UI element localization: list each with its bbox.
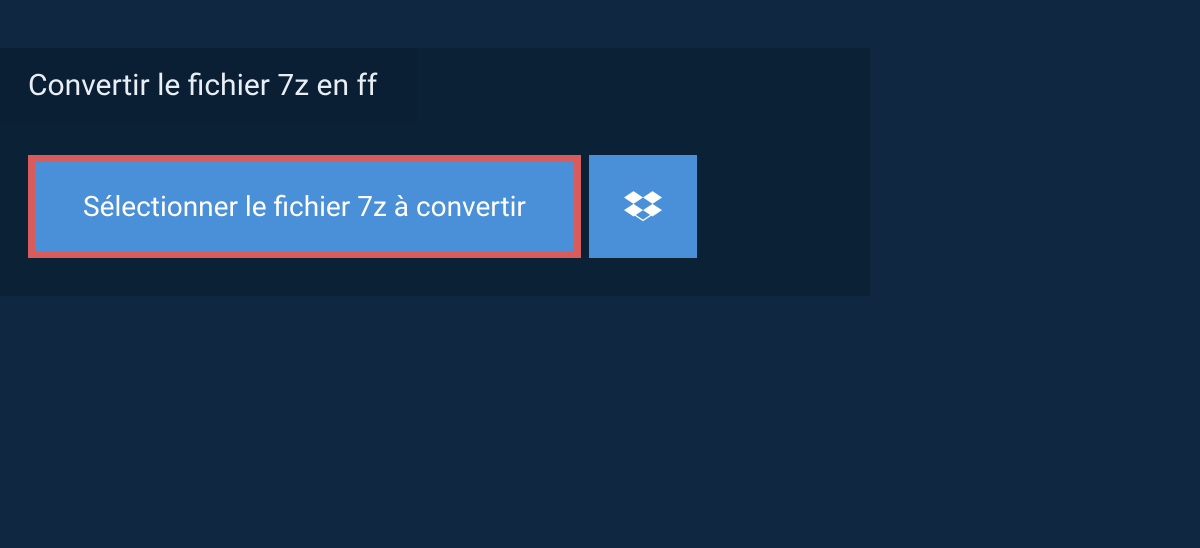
dropbox-icon <box>624 188 662 226</box>
select-file-label: Sélectionner le fichier 7z à convertir <box>83 190 526 223</box>
page-title-tab: Convertir le fichier 7z en ff <box>0 48 417 123</box>
dropbox-button[interactable] <box>589 155 697 258</box>
converter-panel: Convertir le fichier 7z en ff Sélectionn… <box>0 48 870 296</box>
select-file-button[interactable]: Sélectionner le fichier 7z à convertir <box>28 155 581 258</box>
page-title: Convertir le fichier 7z en ff <box>28 68 377 103</box>
button-row: Sélectionner le fichier 7z à convertir <box>28 155 870 258</box>
